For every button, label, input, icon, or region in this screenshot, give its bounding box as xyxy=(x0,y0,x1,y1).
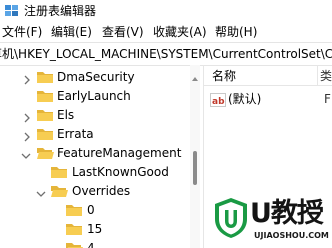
tree-item-label: LastKnownGood xyxy=(72,165,169,179)
menu-file[interactable]: 文件(F) xyxy=(2,25,42,39)
folder-icon xyxy=(36,126,54,142)
tree-item-4[interactable]: 4 xyxy=(0,239,190,248)
folder-icon xyxy=(36,88,54,104)
chevron-right-icon[interactable] xyxy=(22,128,32,142)
tree-item-label: Els xyxy=(57,108,75,122)
column-header-name[interactable]: 名称 xyxy=(212,69,236,83)
tree-item-label: 4 xyxy=(87,241,95,248)
chevron-down-icon[interactable] xyxy=(51,242,61,248)
menu-edit[interactable]: 编辑(E) xyxy=(51,25,92,39)
column-divider[interactable] xyxy=(317,65,318,85)
tree-item-label: FeatureManagement xyxy=(57,146,182,160)
window-title: 注册表编辑器 xyxy=(24,4,97,18)
chevron-down-icon[interactable] xyxy=(36,185,46,197)
svg-text:ab: ab xyxy=(212,97,225,107)
shield-logo-icon xyxy=(214,197,248,239)
value-type: F xyxy=(324,92,331,106)
tree-item-label: EarlyLaunch xyxy=(57,89,131,103)
tree-item-label: 0 xyxy=(87,203,95,217)
folder-icon xyxy=(36,69,54,85)
column-header-row: 名称 类 xyxy=(204,65,332,86)
folder-icon xyxy=(50,164,68,180)
tree-item-featuremanagement[interactable]: FeatureManagement xyxy=(0,144,190,163)
folder-open-icon xyxy=(50,183,68,199)
chevron-right-icon[interactable] xyxy=(22,71,32,85)
tree-item-label: Errata xyxy=(57,127,94,141)
watermark: U教授 UJIAOSHOU.COM xyxy=(206,197,332,248)
tree-item-overrides[interactable]: Overrides xyxy=(0,182,190,201)
tree-item-label: DmaSecurity xyxy=(57,70,135,84)
address-bar[interactable]: 计算机\HKEY_LOCAL_MACHINE\SYSTEM\CurrentCon… xyxy=(0,42,332,66)
value-row-default[interactable]: ab (默认) F xyxy=(204,91,332,109)
folder-open-icon xyxy=(65,240,83,248)
title-bar: 注册表编辑器 xyxy=(0,0,332,22)
column-header-type[interactable]: 类 xyxy=(320,69,332,83)
tree-item-label: 15 xyxy=(87,222,103,236)
tree-item-label: Overrides xyxy=(72,184,131,198)
folder-icon xyxy=(65,221,83,237)
watermark-url: UJIAOSHOU.COM xyxy=(254,231,329,240)
folder-icon xyxy=(65,202,83,218)
tree-item-15[interactable]: 15 xyxy=(0,220,190,239)
scroll-up-arrow-icon[interactable] xyxy=(191,67,199,81)
tree-item-earlylaunch[interactable]: EarlyLaunch xyxy=(0,87,190,106)
chevron-right-icon[interactable] xyxy=(22,109,32,123)
tree-item-0[interactable]: 0 xyxy=(0,201,190,220)
scrollbar-thumb[interactable] xyxy=(193,151,197,185)
value-name: (默认) xyxy=(228,92,262,106)
registry-editor-icon xyxy=(4,3,20,19)
string-value-icon: ab xyxy=(210,92,226,107)
folder-icon xyxy=(36,107,54,123)
tree-pane[interactable]: DmaSecurity EarlyLaunch Els Errata Featu… xyxy=(0,65,190,248)
tree-item-lastknowngood[interactable]: LastKnownGood xyxy=(0,163,190,182)
address-path[interactable]: 计算机\HKEY_LOCAL_MACHINE\SYSTEM\CurrentCon… xyxy=(0,47,332,61)
menu-help[interactable]: 帮助(H) xyxy=(215,25,257,39)
menu-view[interactable]: 查看(V) xyxy=(102,25,144,39)
folder-open-icon xyxy=(36,145,54,161)
tree-item-els[interactable]: Els xyxy=(0,106,190,125)
tree-item-dmasecurity[interactable]: DmaSecurity xyxy=(0,68,190,87)
menu-favorites[interactable]: 收藏夹(A) xyxy=(153,25,207,39)
tree-item-errata[interactable]: Errata xyxy=(0,125,190,144)
menu-bar: 文件(F) 编辑(E) 查看(V) 收藏夹(A) 帮助(H) xyxy=(0,22,332,42)
watermark-brand: U教授 xyxy=(250,198,324,229)
chevron-down-icon[interactable] xyxy=(21,147,31,159)
tree-scrollbar[interactable] xyxy=(190,65,200,248)
